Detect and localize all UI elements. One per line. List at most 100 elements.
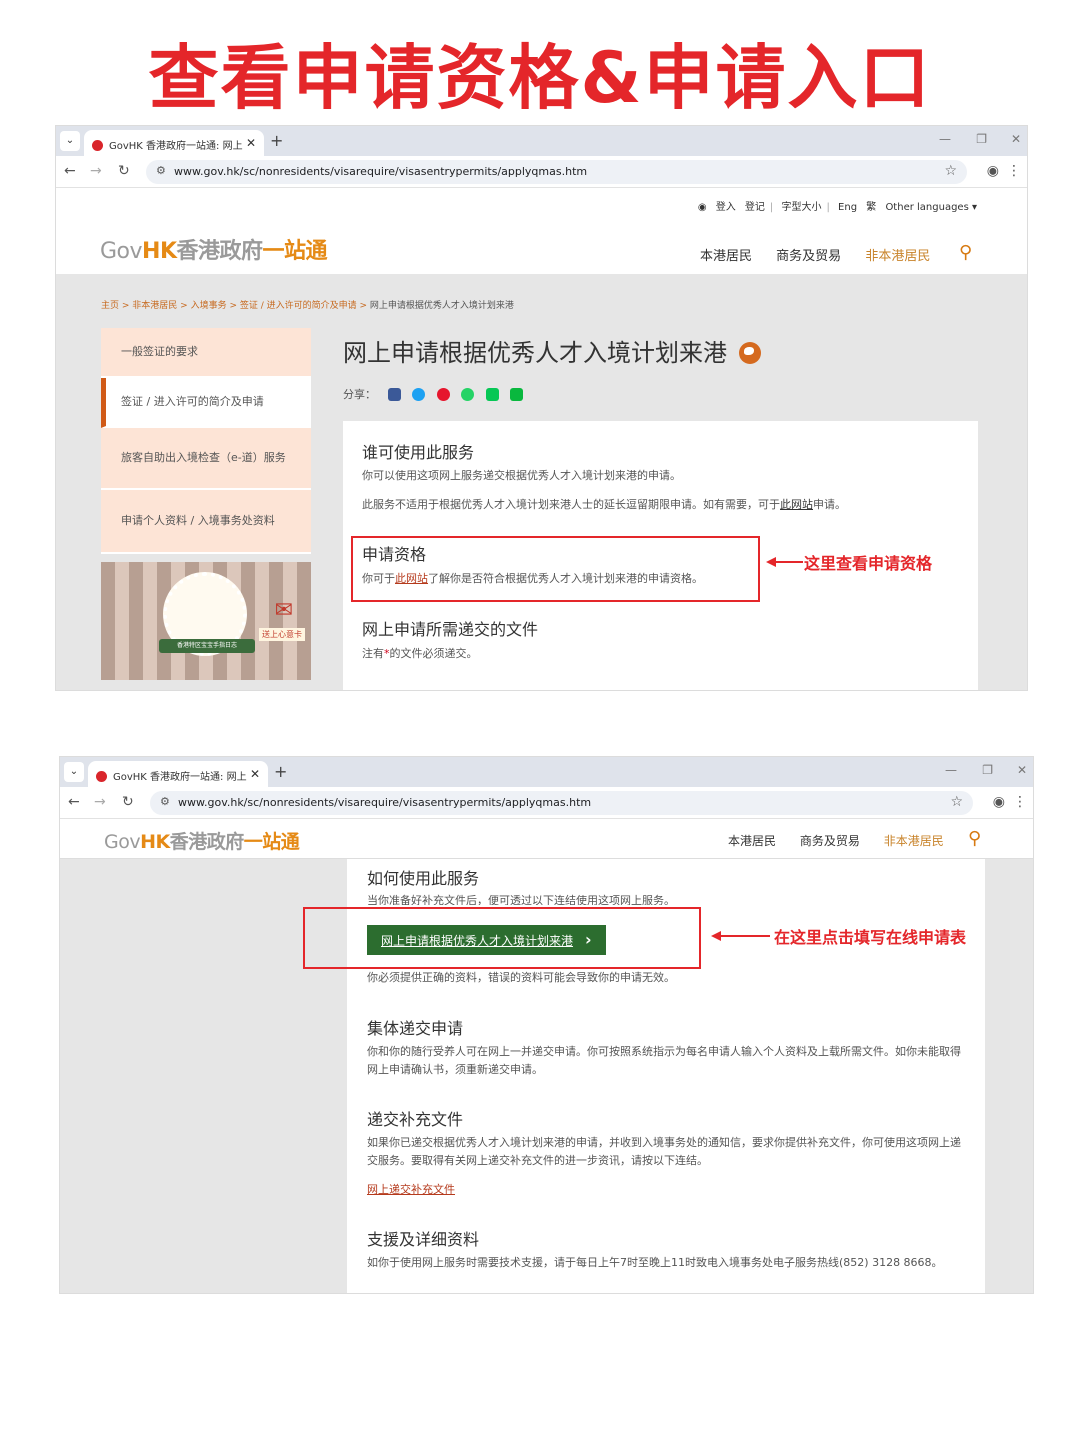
minimize-icon[interactable]: — [939, 132, 951, 146]
browser-tab-2[interactable]: GovHK 香港政府一站通: 网上 ✕ [88, 761, 268, 787]
nav-nonresidents[interactable]: 非本港居民 [865, 249, 930, 264]
back-icon-2[interactable]: ← [68, 794, 80, 810]
tab-title: GovHK 香港政府一站通: 网上 [109, 141, 243, 152]
menu-dots-icon-2[interactable]: ⋮ [1013, 794, 1027, 810]
crumb-current: 网上申请根据优秀人才入境计划来港 [369, 301, 514, 311]
crumb-immigration[interactable]: 入境事务 [191, 301, 227, 311]
wechat-icon[interactable] [510, 388, 523, 401]
back-icon[interactable]: ← [64, 163, 76, 179]
minimize-icon-2[interactable]: — [945, 763, 957, 777]
who-p2-text: 此服务不适用于根据优秀人才入境计划来港人士的延长逗留期限申请。如有需要，可于 [362, 498, 780, 511]
site-info-icon-2[interactable]: ⚙ [160, 795, 170, 808]
logo-hk: HK [142, 239, 177, 264]
tab-bar: ⌄ GovHK 香港政府一站通: 网上 ✕ + — ❐ ✕ [56, 126, 1027, 156]
sidebar-item-visa[interactable]: 签证 / 进入许可的简介及申请 [101, 378, 311, 428]
share-label: 分享： [343, 388, 376, 401]
eligibility-highlight-box [351, 536, 760, 602]
screenshot-eligibility: ⌄ GovHK 香港政府一站通: 网上 ✕ + — ❐ ✕ ← → ↻ ⚙ ww… [55, 125, 1028, 691]
search-icon[interactable]: ⚲ [959, 242, 972, 263]
forward-icon-2[interactable]: → [94, 794, 106, 810]
reload-icon-2[interactable]: ↻ [122, 794, 134, 810]
trad-link[interactable]: 繁 [866, 202, 876, 213]
govhk-logo-2[interactable]: GovHK香港政府一站通 [104, 827, 300, 854]
forward-icon[interactable]: → [90, 163, 102, 179]
warning-paragraph: 你必须提供正确的资料，错误的资料可能会导致你的申请无效。 [367, 971, 675, 984]
supplementary-paragraph: 如果你已递交根据优秀人才入境计划来港的申请，并收到入境事务处的通知信，要求你提供… [367, 1136, 961, 1168]
tab-close-icon-2[interactable]: ✕ [250, 767, 260, 781]
restore-icon-2[interactable]: ❐ [982, 763, 993, 777]
docs-p-tail: 的文件必须递交。 [389, 647, 478, 660]
annotation-arrow-line [775, 561, 803, 563]
sidebar-item-records[interactable]: 申请个人资料 / 入境事务处资料 [101, 490, 311, 554]
supplementary-link[interactable]: 网上递交补充文件 [367, 1183, 455, 1196]
bookmark-star-icon[interactable]: ☆ [944, 163, 957, 179]
nav-business[interactable]: 商务及贸易 [776, 249, 841, 264]
govhk-favicon-icon-2 [96, 771, 107, 782]
promo-banner[interactable]: 香港特区宝宝手指日志 ✉ 送上心意卡 [101, 562, 311, 680]
site-body: ◉ 登入 登记 | 字型大小 | Eng 繁 Other languages ▾ G… [56, 188, 1027, 690]
how-paragraph: 当你准备好补充文件后，便可透过以下连结使用这项网上服务。 [367, 894, 675, 905]
logo-gov: Gov [100, 239, 143, 264]
nav-business-2[interactable]: 商务及贸易 [800, 834, 860, 848]
logo-zh-2: 香港政府 [169, 831, 245, 853]
close-window-icon[interactable]: ✕ [1011, 132, 1021, 146]
documents-title: 网上申请所需递交的文件 [362, 620, 539, 639]
eng-link[interactable]: Eng [838, 202, 857, 213]
url-field[interactable]: ⚙ www.gov.hk/sc/nonresidents/visarequire… [146, 160, 967, 184]
apply-arrow-head-icon [711, 931, 721, 941]
nav-residents-2[interactable]: 本港居民 [728, 834, 776, 848]
font-size-link[interactable]: 字型大小 [781, 202, 821, 213]
url-field-2[interactable]: ⚙ www.gov.hk/sc/nonresidents/visarequire… [150, 791, 973, 815]
crumb-nonresidents[interactable]: 非本港居民 [132, 301, 177, 311]
browser-tab[interactable]: GovHK 香港政府一站通: 网上 ✕ [84, 130, 264, 156]
tab-search-icon-2[interactable]: ⌄ [64, 762, 84, 782]
register-link[interactable]: 登记 [745, 202, 765, 213]
logo-zh: 香港政府 [176, 239, 264, 264]
who-title: 谁可使用此服务 [362, 443, 475, 462]
weibo-icon[interactable] [436, 388, 450, 401]
sidebar-item-egate[interactable]: 旅客自助出入境检查（e-道）服务 [101, 428, 311, 490]
how-title: 如何使用此服务 [367, 869, 480, 888]
annotation-arrow-head-icon [766, 557, 776, 567]
site-info-icon[interactable]: ⚙ [156, 164, 166, 177]
who-p2-tail: 申请。 [813, 498, 846, 511]
banner-tag: 送上心意卡 [259, 628, 305, 641]
envelope-icon: ✉ [274, 598, 293, 623]
govhk-logo[interactable]: GovHK香港政府一站通 [100, 233, 328, 265]
apply-highlight-box [303, 907, 701, 969]
nav-residents[interactable]: 本港居民 [700, 249, 752, 264]
other-languages-link[interactable]: Other languages [885, 202, 968, 213]
supplementary-title: 递交补充文件 [367, 1110, 464, 1129]
caret-down-icon: ▾ [971, 202, 977, 213]
utility-bar: ◉ 登入 登记 | 字型大小 | Eng 繁 Other languages ▾ [697, 202, 977, 213]
profile-icon[interactable]: ◉ [987, 163, 999, 179]
share-bar: 分享： [343, 386, 523, 402]
new-tab-button[interactable]: + [270, 131, 283, 150]
search-icon-2[interactable]: ⚲ [968, 828, 981, 849]
close-window-icon-2[interactable]: ✕ [1017, 763, 1027, 777]
globe-icon [739, 342, 761, 364]
line-icon[interactable] [485, 388, 499, 401]
menu-dots-icon[interactable]: ⋮ [1007, 163, 1021, 179]
crumb-visa[interactable]: 签证 / 进入许可的简介及申请 [240, 301, 357, 311]
address-bar-2: ← → ↻ ⚙ www.gov.hk/sc/nonresidents/visar… [60, 787, 1033, 819]
login-link[interactable]: 登入 [716, 202, 736, 213]
govhk-favicon-icon [92, 140, 103, 151]
tab-close-icon[interactable]: ✕ [246, 136, 256, 150]
new-tab-button-2[interactable]: + [274, 762, 287, 781]
restore-icon[interactable]: ❐ [976, 132, 987, 146]
whatsapp-icon[interactable] [461, 388, 474, 401]
twitter-icon[interactable] [412, 388, 425, 401]
crumb-home[interactable]: 主页 [101, 301, 119, 311]
tab-search-icon[interactable]: ⌄ [60, 131, 80, 151]
extension-site-link[interactable]: 此网站 [780, 498, 813, 511]
site-header: ◉ 登入 登记 | 字型大小 | Eng 繁 Other languages ▾ G… [56, 188, 1027, 274]
sidebar-item-general[interactable]: 一般签证的要求 [101, 328, 311, 378]
nav-nonresidents-2[interactable]: 非本港居民 [884, 834, 944, 848]
reload-icon[interactable]: ↻ [118, 163, 130, 179]
group-paragraph: 你和你的随行受养人可在网上一并递交申请。你可按照系统指示为每名申请人输入个人资料… [367, 1045, 961, 1077]
facebook-icon[interactable] [387, 388, 401, 401]
user-icon: ◉ [697, 202, 707, 213]
bookmark-star-icon-2[interactable]: ☆ [950, 794, 963, 810]
profile-icon-2[interactable]: ◉ [993, 794, 1005, 810]
